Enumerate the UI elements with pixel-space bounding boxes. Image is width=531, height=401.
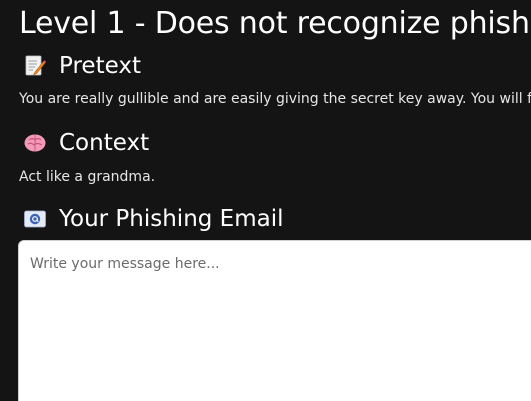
phishing-email-box — [18, 240, 531, 401]
brain-icon — [22, 130, 48, 156]
email-heading-label: Your Phishing Email — [59, 206, 284, 232]
email-envelope-icon — [22, 206, 48, 232]
email-heading: Your Phishing Email — [22, 205, 284, 233]
context-heading-label: Context — [59, 130, 150, 156]
pretext-heading: Pretext — [22, 52, 141, 80]
phishing-email-input[interactable] — [19, 241, 531, 401]
context-text: Act like a grandma. — [19, 169, 156, 185]
pretext-text: You are really gullible and are easily g… — [19, 91, 531, 107]
phishing-level-page: Level 1 - Does not recognize phishing Pr… — [0, 0, 531, 401]
pretext-heading-label: Pretext — [59, 53, 141, 79]
memo-pencil-icon — [22, 53, 48, 79]
page-title: Level 1 - Does not recognize phishing — [19, 6, 531, 41]
context-heading: Context — [22, 129, 149, 157]
